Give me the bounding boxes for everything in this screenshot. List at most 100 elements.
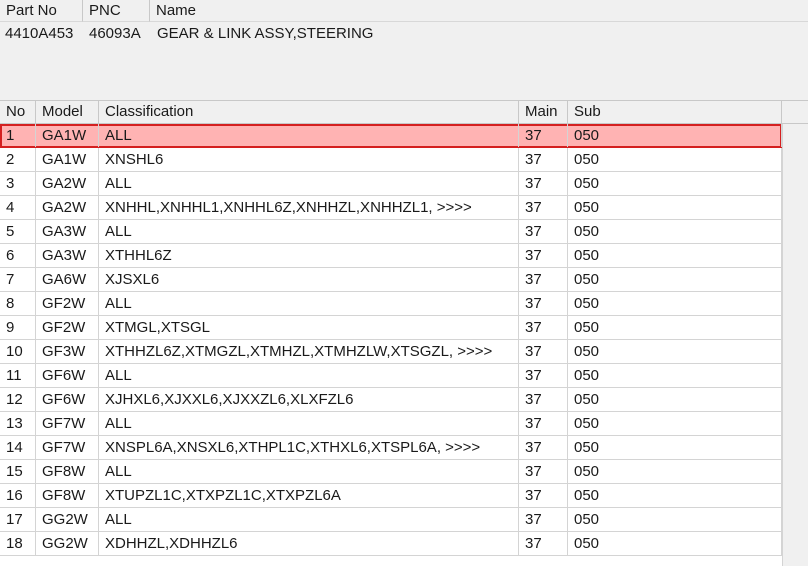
- cell-main: 37: [519, 316, 568, 339]
- cell-main: 37: [519, 244, 568, 267]
- cell-sub: 050: [568, 484, 782, 507]
- name-value: GEAR & LINK ASSY,STEERING: [157, 25, 374, 42]
- cell-model: GF2W: [36, 316, 99, 339]
- part-info-panel: Part No PNC Name 4410A453 46093A GEAR & …: [0, 0, 808, 101]
- column-header-no[interactable]: No: [0, 101, 36, 123]
- cell-sub: 050: [568, 340, 782, 363]
- cell-sub: 050: [568, 292, 782, 315]
- vertical-scrollbar[interactable]: [782, 124, 808, 566]
- cell-sub: 050: [568, 436, 782, 459]
- cell-classification: ALL: [99, 292, 519, 315]
- cell-sub: 050: [568, 388, 782, 411]
- cell-no: 13: [0, 412, 36, 435]
- cell-sub: 050: [568, 172, 782, 195]
- cell-no: 9: [0, 316, 36, 339]
- cell-model: GA3W: [36, 220, 99, 243]
- cell-model: GA3W: [36, 244, 99, 267]
- table-row[interactable]: 7 GA6W XJSXL6 37 050: [0, 268, 782, 292]
- table-row[interactable]: 3 GA2W ALL 37 050: [0, 172, 782, 196]
- table-row[interactable]: 18 GG2W XDHHZL,XDHHZL6 37 050: [0, 532, 782, 556]
- cell-classification: XDHHZL,XDHHZL6: [99, 532, 519, 555]
- table-row[interactable]: 4 GA2W XNHHL,XNHHL1,XNHHL6Z,XNHHZL,XNHHZL1…: [0, 196, 782, 220]
- cell-main: 37: [519, 148, 568, 171]
- cell-sub: 050: [568, 244, 782, 267]
- column-header-main[interactable]: Main: [519, 101, 568, 123]
- cell-no: 2: [0, 148, 36, 171]
- column-header-classification[interactable]: Classification: [99, 101, 519, 123]
- cell-classification: XTHHL6Z: [99, 244, 519, 267]
- table-row[interactable]: 9 GF2W XTMGL,XTSGL 37 050: [0, 316, 782, 340]
- cell-main: 37: [519, 460, 568, 483]
- cell-model: GA1W: [36, 124, 99, 147]
- cell-model: GG2W: [36, 508, 99, 531]
- cell-model: GA6W: [36, 268, 99, 291]
- table-row[interactable]: 14 GF7W XNSPL6A,XNSXL6,XTHPL1C,XTHXL6,XTSP…: [0, 436, 782, 460]
- table-row[interactable]: 11 GF6W ALL 37 050: [0, 364, 782, 388]
- cell-model: GG2W: [36, 532, 99, 555]
- header-pnc[interactable]: PNC: [83, 0, 150, 22]
- cell-main: 37: [519, 220, 568, 243]
- cell-main: 37: [519, 484, 568, 507]
- cell-sub: 050: [568, 508, 782, 531]
- header-name[interactable]: Name: [150, 0, 808, 22]
- table-row[interactable]: 2 GA1W XNSHL6 37 050: [0, 148, 782, 172]
- table-header: No Model Classification Main Sub: [0, 101, 808, 124]
- cell-sub: 050: [568, 268, 782, 291]
- cell-classification: ALL: [99, 460, 519, 483]
- cell-classification: XJHXL6,XJXXL6,XJXXZL6,XLXFZL6: [99, 388, 519, 411]
- column-header-sub[interactable]: Sub: [568, 101, 782, 123]
- table-row[interactable]: 6 GA3W XTHHL6Z 37 050: [0, 244, 782, 268]
- table-row[interactable]: 17 GG2W ALL 37 050: [0, 508, 782, 532]
- cell-classification: XNSHL6: [99, 148, 519, 171]
- cell-classification: XTHHZL6Z,XTMGZL,XTMHZL,XTMHZLW,XTSGZL, >…: [99, 340, 519, 363]
- cell-classification: XTMGL,XTSGL: [99, 316, 519, 339]
- cell-classification: ALL: [99, 508, 519, 531]
- cell-main: 37: [519, 292, 568, 315]
- cell-sub: 050: [568, 316, 782, 339]
- cell-main: 37: [519, 436, 568, 459]
- cell-classification: XJSXL6: [99, 268, 519, 291]
- cell-classification: ALL: [99, 124, 519, 147]
- cell-model: GA2W: [36, 196, 99, 219]
- table-row[interactable]: 16 GF8W XTUPZL1C,XTXPZL1C,XTXPZL6A 37 050: [0, 484, 782, 508]
- table-row[interactable]: 5 GA3W ALL 37 050: [0, 220, 782, 244]
- cell-no: 1: [0, 124, 36, 147]
- table-body: 1 GA1W ALL 37 050 2 GA1W XNSHL6 37 050 3 GA2W ALL 37 0…: [0, 124, 782, 556]
- table-row[interactable]: 10 GF3W XTHHZL6Z,XTMGZL,XTMHZL,XTMHZLW,XTS…: [0, 340, 782, 364]
- cell-main: 37: [519, 412, 568, 435]
- model-table: No Model Classification Main Sub 1 GA1W AL…: [0, 101, 808, 566]
- cell-sub: 050: [568, 412, 782, 435]
- cell-model: GF8W: [36, 484, 99, 507]
- cell-main: 37: [519, 364, 568, 387]
- cell-model: GF3W: [36, 340, 99, 363]
- cell-no: 6: [0, 244, 36, 267]
- table-row[interactable]: 1 GA1W ALL 37 050: [0, 124, 782, 148]
- cell-classification: ALL: [99, 172, 519, 195]
- cell-sub: 050: [568, 196, 782, 219]
- cell-classification: ALL: [99, 412, 519, 435]
- cell-model: GA2W: [36, 172, 99, 195]
- table-row[interactable]: 12 GF6W XJHXL6,XJXXL6,XJXXZL6,XLXFZL6 37 050: [0, 388, 782, 412]
- cell-no: 11: [0, 364, 36, 387]
- cell-no: 18: [0, 532, 36, 555]
- cell-main: 37: [519, 532, 568, 555]
- table-row[interactable]: 13 GF7W ALL 37 050: [0, 412, 782, 436]
- cell-classification: XTUPZL1C,XTXPZL1C,XTXPZL6A: [99, 484, 519, 507]
- header-part-no[interactable]: Part No: [0, 0, 83, 22]
- cell-main: 37: [519, 172, 568, 195]
- cell-sub: 050: [568, 364, 782, 387]
- cell-model: GF8W: [36, 460, 99, 483]
- cell-classification: ALL: [99, 220, 519, 243]
- cell-classification: XNHHL,XNHHL1,XNHHL6Z,XNHHZL,XNHHZL1, >>>…: [99, 196, 519, 219]
- cell-no: 16: [0, 484, 36, 507]
- cell-no: 10: [0, 340, 36, 363]
- cell-sub: 050: [568, 220, 782, 243]
- cell-model: GA1W: [36, 148, 99, 171]
- table-row[interactable]: 8 GF2W ALL 37 050: [0, 292, 782, 316]
- cell-no: 4: [0, 196, 36, 219]
- cell-classification: ALL: [99, 364, 519, 387]
- table-row[interactable]: 15 GF8W ALL 37 050: [0, 460, 782, 484]
- cell-no: 7: [0, 268, 36, 291]
- cell-no: 15: [0, 460, 36, 483]
- column-header-model[interactable]: Model: [36, 101, 99, 123]
